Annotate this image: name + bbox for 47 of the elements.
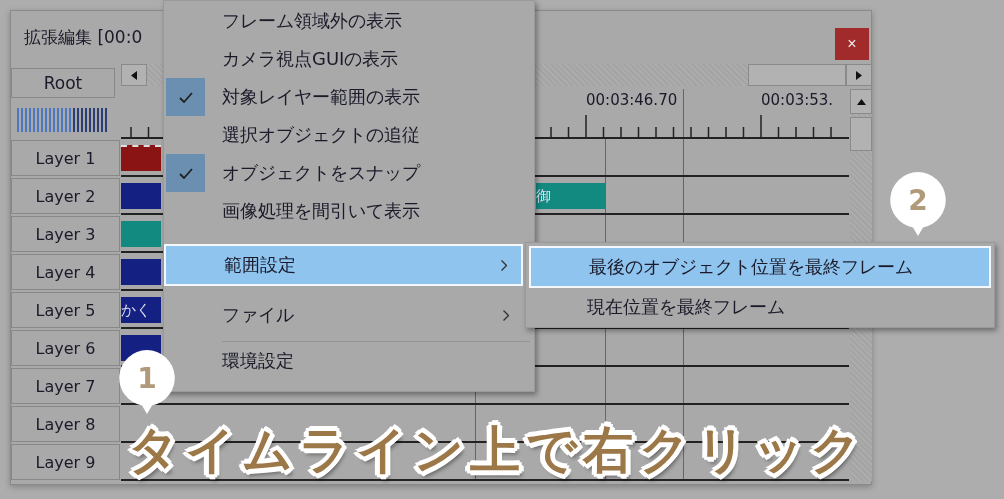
scroll-left-button[interactable] bbox=[121, 64, 147, 86]
menu-item[interactable]: 現在位置を最終フレーム bbox=[529, 288, 991, 326]
time-label: 00:03:53. bbox=[761, 91, 834, 109]
timeline-clip[interactable]: かく bbox=[121, 297, 161, 323]
right-arrow-icon bbox=[856, 70, 862, 80]
layer-button[interactable]: Layer 4 bbox=[11, 254, 120, 290]
timeline-clip[interactable] bbox=[121, 183, 161, 209]
level-meter-icon bbox=[17, 108, 109, 132]
scroll-right-button[interactable] bbox=[846, 64, 872, 86]
menu-item[interactable]: 画像処理を間引いて表示 bbox=[164, 192, 523, 230]
scrollbar-thumb[interactable] bbox=[850, 117, 872, 151]
chevron-right-icon bbox=[503, 309, 509, 321]
layer-button[interactable]: Layer 8 bbox=[11, 406, 120, 442]
chevron-right-icon bbox=[501, 259, 507, 271]
scrollbar-thumb[interactable] bbox=[748, 64, 846, 86]
callout-bubble bbox=[890, 172, 946, 236]
menu-item[interactable]: 範囲設定 bbox=[164, 244, 523, 286]
menu-item[interactable]: フレーム領域外の表示 bbox=[164, 2, 523, 40]
menu-item[interactable]: 環境設定 bbox=[176, 342, 523, 380]
menu-item[interactable]: ファイル bbox=[164, 296, 523, 334]
timeline-clip[interactable] bbox=[121, 145, 161, 171]
callout-bubble bbox=[119, 350, 175, 414]
scroll-up-button[interactable] bbox=[850, 89, 872, 114]
menu-item[interactable]: 対象レイヤー範囲の表示 bbox=[164, 78, 523, 116]
menu-item[interactable]: 選択オブジェクトの追従 bbox=[164, 116, 523, 154]
layer-button[interactable]: Layer 9 bbox=[11, 444, 120, 480]
up-arrow-icon bbox=[856, 98, 866, 105]
layer-button[interactable]: Layer 2 bbox=[11, 178, 120, 214]
layer-button[interactable]: Layer 5 bbox=[11, 292, 120, 328]
layer-button[interactable]: Layer 6 bbox=[11, 330, 120, 366]
root-button[interactable]: Root bbox=[11, 68, 115, 98]
left-arrow-icon bbox=[131, 70, 137, 80]
layer-button[interactable]: Layer 1 bbox=[11, 140, 120, 176]
step-number: 2 bbox=[907, 182, 929, 218]
checkmark-icon bbox=[178, 167, 193, 179]
time-label: 00:03:46.70 bbox=[586, 91, 678, 109]
checkmark-icon bbox=[178, 91, 193, 103]
menu-item[interactable]: オブジェクトをスナップ bbox=[164, 154, 523, 192]
step-number: 1 bbox=[136, 360, 158, 396]
layer-button[interactable]: Layer 7 bbox=[11, 368, 120, 404]
timeline-clip[interactable] bbox=[121, 221, 161, 247]
menu-item[interactable]: カメラ視点GUIの表示 bbox=[164, 40, 523, 78]
menu-item[interactable]: 最後のオブジェクト位置を最終フレーム bbox=[529, 246, 991, 288]
layer-button[interactable]: Layer 3 bbox=[11, 216, 120, 252]
timeline-clip[interactable] bbox=[121, 259, 161, 285]
window-title: 拡張編集 [00:0 bbox=[24, 25, 143, 49]
close-button[interactable]: × bbox=[835, 28, 869, 60]
